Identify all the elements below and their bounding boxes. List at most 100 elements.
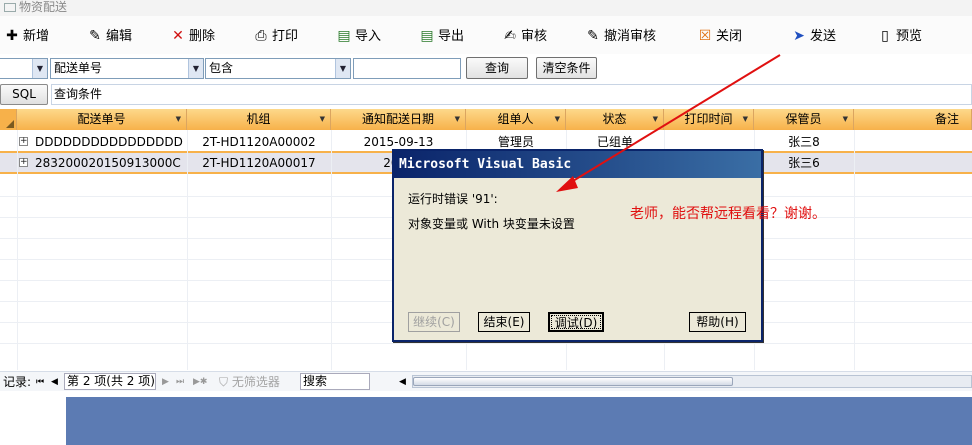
operator-combo[interactable]: 包含 ▼ (205, 58, 351, 79)
window-title: 物资配送 (19, 0, 68, 14)
preview-button[interactable]: ▯ 预览 (877, 24, 922, 48)
current-record-field[interactable]: 第 2 项(共 2 项) (64, 373, 156, 390)
table-cell[interactable] (854, 132, 972, 152)
end-button[interactable]: 结束(E) (478, 312, 530, 332)
logic-combo[interactable]: ▼ (0, 58, 48, 79)
column-header[interactable]: 打印时间 ▼ (664, 109, 754, 130)
column-header-label: 机组 (246, 112, 271, 126)
column-header[interactable]: 状态 ▼ (566, 109, 664, 130)
operator-combo-value: 包含 (209, 61, 234, 75)
column-header-label: 配送单号 (77, 112, 126, 126)
search-input[interactable]: 搜索 (300, 373, 370, 390)
table-cell[interactable]: 2T-HD1120A00002 (187, 132, 331, 152)
export-icon: ▤ (420, 28, 434, 44)
sort-dropdown-icon[interactable]: ▼ (743, 109, 748, 130)
search-value-input[interactable] (353, 58, 461, 79)
filter-row: ▼ 配送单号 ▼ 包含 ▼ 查询 清空条件 (0, 56, 972, 82)
preview-icon: ▯ (881, 28, 889, 44)
table-cell[interactable]: DDDDDDDDDDDDDDDD (33, 132, 187, 152)
table-cell[interactable]: 283200020150913000C (33, 153, 187, 173)
column-header[interactable]: 备注 (854, 109, 972, 130)
column-header[interactable]: 保管员 ▼ (754, 109, 854, 130)
grid-line (17, 130, 18, 370)
expand-icon[interactable]: + (19, 137, 28, 146)
chevron-down-icon[interactable]: ▼ (32, 59, 47, 78)
field-combo[interactable]: 配送单号 ▼ (50, 58, 204, 79)
select-all-corner[interactable] (0, 109, 17, 130)
table-cell[interactable]: 2T-HD1120A00017 (187, 153, 331, 173)
bottom-panel (66, 397, 972, 445)
column-header[interactable]: 通知配送日期 ▼ (331, 109, 466, 130)
new-record-icon[interactable]: ▶✱ (193, 373, 207, 391)
bottom-left-area (0, 392, 66, 445)
sort-dropdown-icon[interactable]: ▼ (843, 109, 848, 130)
export-button[interactable]: ▤ 导出 (419, 24, 464, 48)
clear-conditions-button[interactable]: 清空条件 (536, 57, 597, 79)
export-button-label: 导出 (438, 29, 465, 44)
column-header[interactable]: 配送单号 ▼ (17, 109, 187, 130)
approve-button-label: 审核 (521, 29, 548, 44)
approve-icon: ✍ (504, 28, 516, 44)
filter-icon: ⛉ (219, 375, 229, 389)
preview-button-label: 预览 (896, 29, 923, 44)
delete-button-label: 删除 (189, 29, 216, 44)
print-button[interactable]: ⎙ 打印 (253, 24, 298, 48)
chevron-down-icon[interactable]: ▼ (335, 59, 350, 78)
expand-icon[interactable]: + (19, 158, 28, 167)
continue-button[interactable]: 继续(C) (408, 312, 460, 332)
edit-icon: ✎ (89, 28, 101, 44)
record-navigator: 记录: ⏮ ◀ 第 2 项(共 2 项) ▶ ⏭ ▶✱ ⛉ 无筛选器 搜索 ◀ (0, 371, 972, 391)
filter-toggle-button[interactable]: ⛉ 无筛选器 (219, 373, 280, 391)
column-header[interactable]: 机组 ▼ (187, 109, 331, 130)
column-header-label: 组单人 (497, 112, 534, 126)
unapprove-button-label: 撤消审核 (604, 29, 657, 44)
sort-dropdown-icon[interactable]: ▼ (555, 109, 560, 130)
table-cell[interactable]: 张三8 (754, 132, 854, 152)
dialog-title: Microsoft Visual Basic (394, 151, 761, 178)
table-cell[interactable]: 张三6 (754, 153, 854, 173)
unapprove-button[interactable]: ✎ 撤消审核 (585, 24, 656, 48)
close-icon: ☒ (698, 28, 712, 44)
edit-button[interactable]: ✎ 编辑 (87, 24, 132, 48)
import-button[interactable]: ▤ 导入 (336, 24, 381, 48)
record-label: 记录: (3, 375, 32, 389)
last-record-icon[interactable]: ⏭ (176, 373, 184, 391)
import-button-label: 导入 (355, 29, 382, 44)
help-button[interactable]: 帮助(H) (689, 312, 746, 332)
window-title-bar: 物资配送 (0, 0, 972, 16)
toolbar: ✚ 新增 ✎ 编辑 ✕ 删除 ⎙ 打印 ▤ 导入 ▤ 导出 ✍ 审核 ✎ 撤消审核 ☒ 关闭 ➤ 发… (0, 16, 972, 54)
prev-record-icon[interactable]: ◀ (51, 373, 58, 391)
sql-button[interactable]: SQL (0, 84, 48, 105)
table-cell[interactable] (854, 153, 972, 173)
sort-dropdown-icon[interactable]: ▼ (653, 109, 658, 130)
send-button[interactable]: ➤ 发送 (791, 24, 836, 48)
unapprove-icon: ✎ (587, 28, 599, 44)
first-record-icon[interactable]: ⏮ (36, 373, 44, 391)
app-window: { "window": { "title": "物资配送" }, "toolba… (0, 0, 972, 445)
close-button[interactable]: ☒ 关闭 (697, 24, 742, 48)
new-button[interactable]: ✚ 新增 (4, 24, 49, 48)
new-button-label: 新增 (23, 29, 50, 44)
chevron-down-icon[interactable]: ▼ (188, 59, 203, 78)
column-header[interactable]: 组单人 ▼ (466, 109, 566, 130)
import-icon: ▤ (337, 28, 351, 44)
sort-dropdown-icon[interactable]: ▼ (176, 109, 181, 130)
column-header-label: 保管员 (785, 112, 822, 126)
field-combo-value: 配送单号 (54, 61, 103, 75)
sort-dropdown-icon[interactable]: ▼ (320, 109, 325, 130)
form-icon (4, 3, 16, 12)
debug-button[interactable]: 调试(D) (548, 312, 604, 332)
column-header-label: 状态 (602, 112, 627, 126)
print-button-label: 打印 (272, 29, 299, 44)
scroll-left-icon[interactable]: ◀ (399, 373, 406, 391)
query-button[interactable]: 查询 (466, 57, 528, 79)
query-condition-field[interactable]: 查询条件 (51, 84, 972, 105)
delete-button[interactable]: ✕ 删除 (170, 24, 215, 48)
error-dialog: Microsoft Visual Basic 运行时错误 '91': 对象变量或… (392, 149, 763, 342)
sort-dropdown-icon[interactable]: ▼ (455, 109, 460, 130)
horizontal-scrollbar[interactable] (412, 375, 972, 388)
next-record-icon[interactable]: ▶ (162, 373, 169, 391)
filter-toggle-label: 无筛选器 (231, 375, 280, 389)
approve-button[interactable]: ✍ 审核 (502, 24, 547, 48)
scrollbar-thumb[interactable] (413, 377, 733, 386)
